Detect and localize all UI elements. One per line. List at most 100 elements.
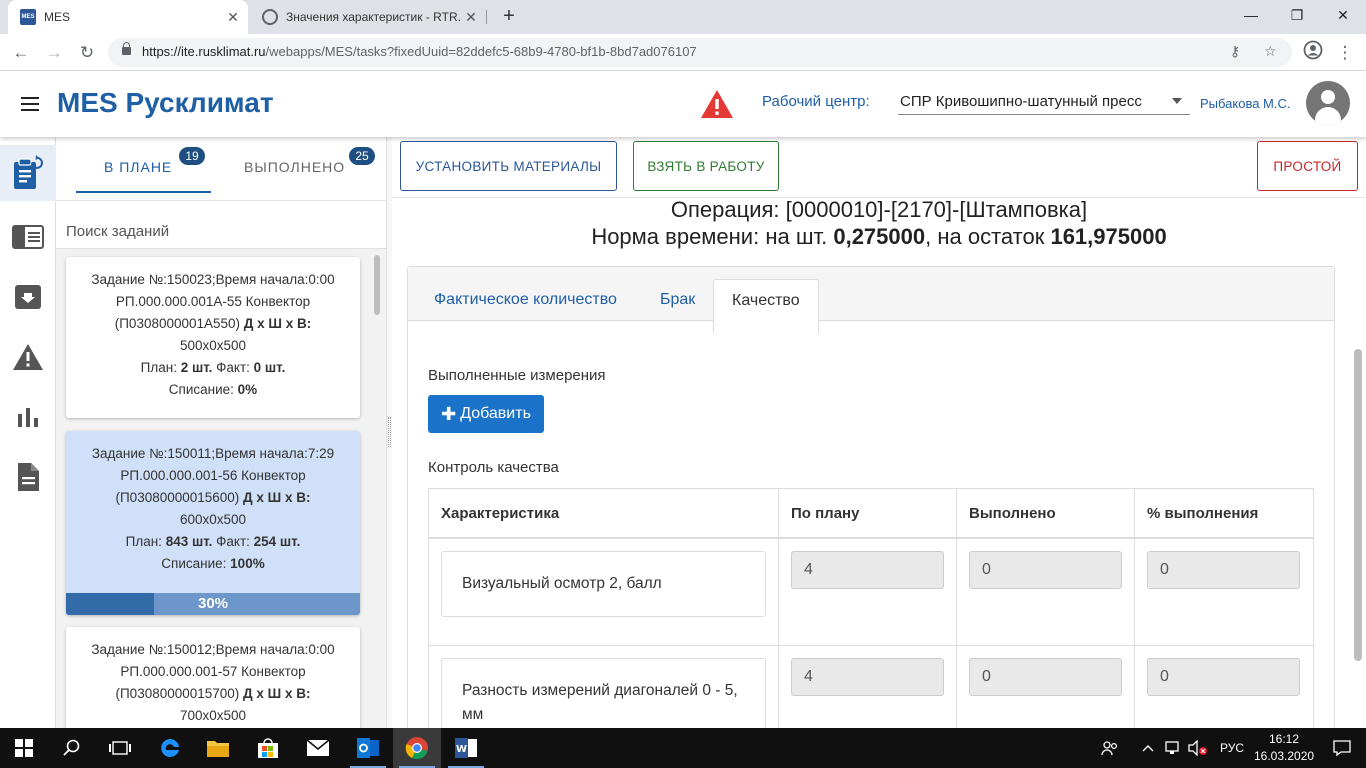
dims-label: Д x Ш x В: [243,490,311,505]
take-to-work-button[interactable]: ВЗЯТЬ В РАБОТУ [633,141,779,191]
chart-icon [18,408,38,427]
tab-done[interactable]: ВЫПОЛНЕНО [244,159,345,175]
dims-label: Д x Ш x В: [243,686,311,701]
sidebar-item-tasks[interactable] [0,145,56,201]
clock-date[interactable]: 16.03.2020 [1254,749,1314,763]
store-icon[interactable] [244,728,292,768]
word-icon[interactable]: W [442,728,490,768]
done-value-field[interactable]: 0 [969,658,1122,696]
warning-icon[interactable] [700,89,734,122]
address-bar: ← → ↻ https://ite.rusklimat.ru/webapps/M… [0,34,1366,71]
restore-icon[interactable]: ❐ [1274,0,1320,30]
table-row: Визуальный осмотр 2, балл 4 0 0 [429,539,1313,646]
done-value-field[interactable]: 0 [969,551,1122,589]
sidebar-item-archive[interactable] [0,269,56,325]
forward-icon[interactable]: → [41,40,67,66]
tab-defects[interactable]: Брак [642,279,713,321]
task-view-icon[interactable] [96,728,144,768]
volume-muted-icon[interactable] [1184,728,1212,768]
document-icon [18,463,39,491]
task-card[interactable]: Задание №:150023;Время начала:0:00 РП.00… [66,257,360,418]
browser-tab-mes[interactable]: MES MES ✕ [8,0,248,34]
browser-tab-title: Значения характеристик - RTR. | [286,10,462,24]
bookmark-star-icon[interactable]: ☆ [1264,43,1277,60]
work-center-select[interactable]: СПР Кривошипно-шатунный пресс [898,87,1190,115]
avatar[interactable] [1306,81,1350,125]
url-input[interactable]: https://ite.rusklimat.ru/webapps/MES/tas… [108,38,1292,67]
sidebar-rail [0,137,56,728]
table-row: Разность измерений диагоналей 0 - 5, мм … [429,646,1313,728]
hamburger-menu-icon[interactable] [21,97,39,111]
task-code-line: (П03080000015700) Д x Ш x В: [66,683,360,705]
fact-value: 254 шт. [253,534,301,549]
task-card-selected[interactable]: Задание №:150011;Время начала:7:29 РП.00… [66,431,360,615]
plan-value: 843 шт. [165,534,213,549]
close-window-icon[interactable]: ✕ [1320,0,1366,30]
warning-icon [13,344,43,370]
dims-label: Д x Ш x В: [243,316,312,331]
browser-tab-characteristics[interactable]: Значения характеристик - RTR. | ✕ [250,0,486,34]
sidebar-item-warnings[interactable] [0,329,56,385]
norm-prefix: Норма времени: на шт. [591,224,834,249]
active-tab-indicator [76,191,211,193]
network-icon[interactable] [1160,728,1184,768]
close-tab-icon[interactable]: ✕ [224,9,242,26]
add-measurement-button[interactable]: ✚ Добавить [428,395,544,433]
plan-value-field: 4 [791,658,944,696]
lock-icon [122,42,131,55]
tasks-scrollbar[interactable] [374,255,380,315]
new-tab-icon[interactable]: + [497,5,521,29]
close-tab-icon[interactable]: ✕ [462,9,480,26]
idle-button[interactable]: ПРОСТОЙ [1257,141,1358,191]
plus-icon: ✚ [441,403,457,424]
search-icon[interactable] [48,728,96,768]
user-name[interactable]: Рыбакова М.С. [1200,96,1291,111]
outlook-icon[interactable] [344,728,392,768]
sidebar-item-documents[interactable] [0,449,56,505]
operation-label: Операция: [670,197,786,222]
edge-icon[interactable] [146,728,194,768]
file-explorer-icon[interactable] [194,728,242,768]
writeoff-value: 100% [230,556,265,571]
task-plan-line: План: 2 шт. Факт: 0 шт. [66,357,360,379]
minimize-icon[interactable]: — [1228,0,1274,30]
key-icon[interactable]: ⚷ [1230,43,1240,60]
people-icon[interactable] [1092,728,1128,768]
task-dims: 600x0x500 [179,512,247,527]
work-center-value: СПР Кривошипно-шатунный пресс [900,93,1142,110]
task-code: (П0308000001А550) [114,316,244,331]
account-icon[interactable] [1300,40,1326,66]
tab-quality[interactable]: Качество [713,279,819,334]
col-plan: По плану [791,505,860,522]
quality-panel: Фактическое количество Брак Качество Вып… [407,266,1335,728]
tab-in-plan[interactable]: В ПЛАНЕ [104,159,172,175]
browser-tabstrip: MES MES ✕ Значения характеристик - RTR. … [0,0,1366,34]
tasks-icon [14,155,43,189]
input-language[interactable]: РУС [1220,741,1244,755]
done-count-badge: 25 [349,147,375,165]
main-scrollbar[interactable] [1354,349,1362,661]
clock-time[interactable]: 16:12 [1264,732,1304,746]
task-search-input[interactable]: Поиск заданий [56,201,386,249]
task-code: (П03080000015700) [115,686,244,701]
mail-icon[interactable] [294,728,342,768]
app-title: MES Русклимат [57,87,274,118]
task-header: Задание №:150011;Время начала:7:29 [91,446,335,461]
tray-chevron-up-icon[interactable] [1136,728,1160,768]
sidebar-item-reports[interactable] [0,389,56,445]
task-card[interactable]: Задание №:150012;Время начала:0:00 РП.00… [66,627,360,728]
reload-icon[interactable]: ↻ [74,40,100,66]
tab-actual-quantity[interactable]: Фактическое количество [416,279,635,321]
set-materials-button[interactable]: УСТАНОВИТЬ МАТЕРИАЛЫ [400,141,617,191]
quality-control-label: Контроль качества [428,459,559,476]
plan-label: План: [140,360,181,375]
chrome-icon[interactable] [393,728,441,768]
task-dims: 700x0x500 [179,708,247,723]
browser-menu-icon[interactable]: ⋮ [1332,40,1358,66]
sidebar-item-panel[interactable] [0,209,56,265]
back-icon[interactable]: ← [8,40,34,66]
notifications-icon[interactable] [1318,728,1366,768]
operation-title: Операция: [0000010]-[2170]-[Штамповка] [392,197,1366,223]
plan-count-badge: 19 [179,147,205,165]
start-windows-icon[interactable] [0,728,48,768]
